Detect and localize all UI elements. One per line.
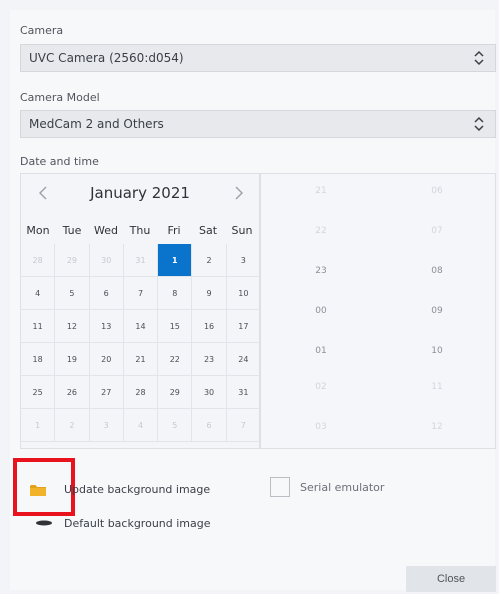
hour-item[interactable]: 23 [281, 266, 361, 276]
calendar-day[interactable]: 28 [21, 244, 56, 277]
calendar-day[interactable]: 26 [55, 376, 90, 409]
calendar-day[interactable]: 30 [89, 244, 124, 277]
calendar-day[interactable]: 16 [192, 310, 227, 343]
minute-item[interactable]: 12 [397, 422, 477, 432]
calendar-day[interactable]: 27 [89, 376, 124, 409]
hour-item[interactable]: 22 [281, 226, 361, 236]
calendar-day[interactable]: 18 [21, 343, 56, 376]
calendar-month[interactable]: January 2021 [21, 184, 259, 202]
calendar-day[interactable]: 31 [226, 376, 261, 409]
weekday-label: Fri [167, 224, 181, 237]
weekday-label: Sun [231, 224, 253, 237]
minute-item[interactable]: 11 [397, 382, 477, 392]
camera-label: Camera [20, 24, 64, 37]
calendar: January 2021 Mon Tue Wed Thu Fri Sat Sun 28 29 3… [20, 173, 261, 449]
serial-emulator-checkbox[interactable] [270, 477, 290, 497]
calendar-day[interactable]: 6 [192, 409, 227, 442]
camera-model-label: Camera Model [20, 91, 100, 104]
calendar-day[interactable]: 11 [21, 310, 56, 343]
calendar-day[interactable]: 7 [226, 409, 261, 442]
hour-item[interactable]: 21 [281, 186, 361, 196]
hour-item[interactable]: 01 [281, 346, 361, 356]
camera-model-select[interactable]: MedCam 2 and Others [20, 110, 496, 138]
calendar-header: January 2021 [21, 174, 259, 214]
calendar-day[interactable]: 8 [158, 277, 193, 310]
default-background-option[interactable]: Default background image [64, 517, 211, 530]
calendar-day[interactable]: 20 [89, 343, 124, 376]
calendar-day[interactable]: 14 [123, 310, 159, 343]
minute-item[interactable]: 10 [397, 346, 477, 356]
calendar-day[interactable]: 4 [123, 409, 159, 442]
calendar-day[interactable]: 7 [123, 277, 159, 310]
calendar-day[interactable]: 23 [192, 343, 227, 376]
calendar-grid: 28 29 30 31 1 2 3 4 5 6 7 8 9 10 11 12 13 14 15 16 17 18 19 20 2… [21, 244, 261, 442]
time-picker: 21 22 23 00 01 02 03 06 07 08 09 10 11 12 [260, 173, 496, 449]
close-button[interactable]: Close [406, 566, 496, 592]
calendar-day[interactable]: 25 [21, 376, 56, 409]
calendar-day[interactable]: 28 [123, 376, 159, 409]
weekday-label: Mon [26, 224, 50, 237]
calendar-day[interactable]: 29 [55, 244, 90, 277]
image-icon[interactable] [35, 519, 53, 527]
camera-model-value: MedCam 2 and Others [29, 117, 164, 131]
calendar-day[interactable]: 10 [226, 277, 261, 310]
chevron-updown-icon [474, 50, 484, 66]
minute-item[interactable]: 09 [397, 306, 477, 316]
minute-item[interactable]: 07 [397, 226, 477, 236]
calendar-day[interactable]: 30 [192, 376, 227, 409]
calendar-day[interactable]: 31 [123, 244, 159, 277]
calendar-day[interactable]: 9 [192, 277, 227, 310]
minute-item[interactable]: 06 [397, 186, 477, 196]
calendar-day-selected[interactable]: 1 [158, 244, 193, 277]
minute-item[interactable]: 08 [397, 266, 477, 276]
calendar-day[interactable]: 17 [226, 310, 261, 343]
calendar-day[interactable]: 15 [158, 310, 193, 343]
camera-select[interactable]: UVC Camera (2560:d054) [20, 44, 496, 72]
calendar-day[interactable]: 22 [158, 343, 193, 376]
calendar-day[interactable]: 4 [21, 277, 56, 310]
update-background-option[interactable]: Update background image [64, 483, 210, 496]
weekday-label: Sat [198, 224, 218, 237]
calendar-day[interactable]: 29 [158, 376, 193, 409]
calendar-day[interactable]: 21 [123, 343, 159, 376]
datetime-label: Date and time [20, 155, 99, 168]
camera-value: UVC Camera (2560:d054) [29, 51, 184, 65]
calendar-day[interactable]: 6 [89, 277, 124, 310]
hour-item[interactable]: 02 [281, 382, 361, 392]
calendar-day[interactable]: 24 [226, 343, 261, 376]
calendar-day[interactable]: 2 [55, 409, 90, 442]
chevron-updown-icon [474, 116, 484, 132]
calendar-day[interactable]: 5 [158, 409, 193, 442]
weekday-header: Mon Tue Wed Thu Fri Sat Sun [21, 224, 259, 237]
next-month-icon[interactable] [231, 184, 247, 202]
weekday-label: Thu [129, 224, 151, 237]
calendar-day[interactable]: 1 [21, 409, 56, 442]
calendar-day[interactable]: 19 [55, 343, 90, 376]
calendar-day[interactable]: 3 [89, 409, 124, 442]
calendar-day[interactable]: 3 [226, 244, 261, 277]
weekday-label: Wed [94, 224, 118, 237]
hour-item[interactable]: 03 [281, 422, 361, 432]
calendar-day[interactable]: 12 [55, 310, 90, 343]
calendar-day[interactable]: 13 [89, 310, 124, 343]
calendar-day[interactable]: 2 [192, 244, 227, 277]
hour-item[interactable]: 00 [281, 306, 361, 316]
serial-emulator-label: Serial emulator [300, 481, 385, 494]
weekday-label: Tue [62, 224, 82, 237]
calendar-day[interactable]: 5 [55, 277, 90, 310]
